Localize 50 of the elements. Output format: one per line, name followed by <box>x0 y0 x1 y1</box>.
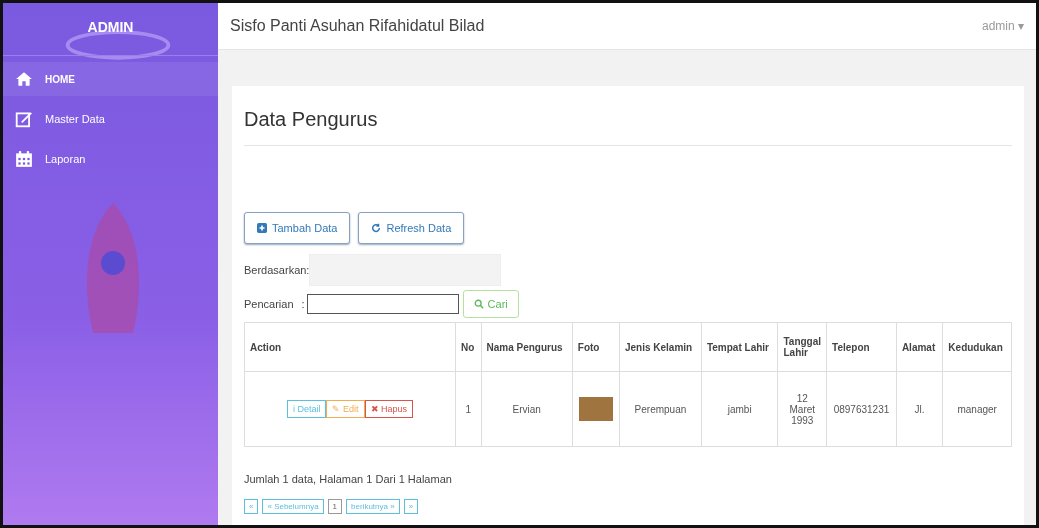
table-cell: jambi <box>701 371 778 447</box>
table-cell: manager <box>942 371 1012 447</box>
refresh-button[interactable]: Refresh Data <box>358 212 465 244</box>
summary-text: Jumlah 1 data, Halaman 1 Dari 1 Halaman <box>244 473 453 485</box>
sidebar-label: HOME <box>45 73 75 85</box>
colon-text: : <box>301 298 305 310</box>
table-cell: 12 Maret 1993 <box>777 371 827 447</box>
page-title: Data Pengurus <box>244 108 379 131</box>
home-icon <box>15 70 33 88</box>
column-header: Foto <box>572 322 620 372</box>
user-menu[interactable]: admin ▾ <box>981 19 1024 33</box>
photo-placeholder <box>578 397 613 421</box>
column-header: No <box>455 322 481 372</box>
filter-label: Berdasarkan: <box>244 264 310 276</box>
app-title: Sisfo Panti Asuhan Rifahidatul Bilad <box>230 17 485 35</box>
refresh-icon <box>371 223 382 233</box>
sidebar-label: Master Data <box>45 113 105 125</box>
search-button[interactable]: Cari <box>462 290 519 318</box>
page-button[interactable]: berikutnya » <box>346 499 400 514</box>
page-button[interactable]: » <box>403 499 419 514</box>
plus-icon <box>257 223 267 233</box>
search-label: Pencarian <box>244 298 294 310</box>
column-header: Nama Pengurus <box>481 322 573 372</box>
column-header: Tempat Lahir <box>701 322 778 372</box>
add-button[interactable]: Tambah Data <box>244 212 351 244</box>
table-cell: Jl. <box>896 371 943 447</box>
edit-icon <box>15 110 33 128</box>
column-header: Jenis Kelamin <box>619 322 702 372</box>
info-action-button[interactable]: i Detail <box>286 400 327 418</box>
column-header: Alamat <box>896 322 943 372</box>
column-header: Kedudukan <box>942 322 1012 372</box>
table-cell: 1 <box>455 371 481 447</box>
sidebar-item[interactable]: HOME <box>3 62 218 96</box>
sidebar-item[interactable]: Master Data <box>3 102 218 136</box>
warning-action-button[interactable]: ✎ Edit <box>326 400 365 418</box>
page-button[interactable]: 1 <box>327 499 343 514</box>
danger-action-button[interactable]: ✖ Hapus <box>364 400 414 418</box>
column-header: Tanggal Lahir <box>777 322 827 372</box>
sidebar-item[interactable]: Laporan <box>3 142 218 176</box>
column-header: Telepon <box>826 322 897 372</box>
table-cell: Ervian <box>481 371 573 447</box>
search-field[interactable] <box>306 294 459 314</box>
sidebar-label: Laporan <box>45 153 86 165</box>
table-cell: 0897631231 <box>826 371 897 447</box>
page-button[interactable]: « Sebelumnya <box>262 499 324 514</box>
search-icon <box>473 299 484 309</box>
page-button[interactable]: « <box>244 499 259 514</box>
calendar-icon <box>15 150 33 168</box>
column-header: Action <box>244 322 456 372</box>
table-cell: Perempuan <box>619 371 702 447</box>
